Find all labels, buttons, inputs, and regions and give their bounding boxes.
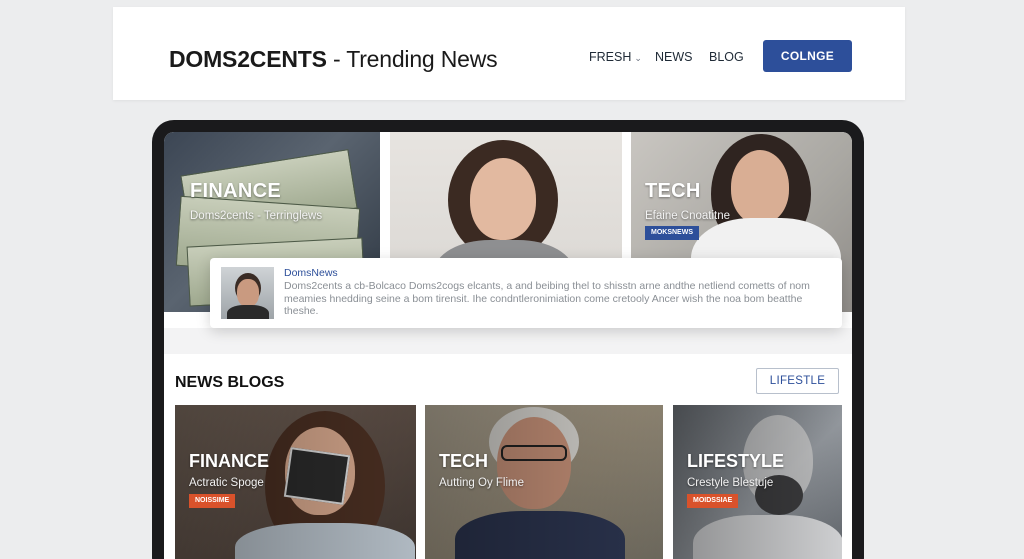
tablet-screen: FINANCE Doms2cents - Terringlews TECH Ef… <box>164 132 852 559</box>
blog-subtitle-lifestyle: Crestyle Blestuje <box>687 477 774 489</box>
section-title: NEWS BLOGS <box>175 374 285 391</box>
lifestyle-filter-button[interactable]: LIFESTLE <box>756 368 839 394</box>
avatar <box>221 267 274 319</box>
hero-badge-tech: MOKSNEWS <box>645 226 699 240</box>
blog-subtitle-finance: Actratic Spoge <box>189 477 264 489</box>
blog-card-lifestyle[interactable]: LIFESTYLE Crestyle Blestuje MOIDSSIAE <box>673 405 842 559</box>
blog-title-finance: FINANCE <box>189 451 269 471</box>
hero-subtitle-tech: Efaine Cnoatitne <box>645 210 731 222</box>
hero-title-tech: TECH <box>645 180 701 202</box>
site-title[interactable]: DOMS2CENTS - Trending News <box>169 46 498 73</box>
hero-title-finance: FINANCE <box>190 180 281 202</box>
blog-badge-finance: NOISSIME <box>189 494 236 508</box>
blog-subtitle-tech: Autting Oy Flime <box>439 477 524 489</box>
nav-news[interactable]: NEWS <box>655 50 693 64</box>
blog-card-tech[interactable]: TECH Autting Oy Flime <box>425 405 663 559</box>
face-image <box>731 150 789 224</box>
brand-name: DOMS2CENTS <box>169 46 327 72</box>
avatar-shoulders <box>227 305 269 319</box>
blog-card-finance[interactable]: FINANCE Actratic Spoge NOISSIME <box>175 405 416 559</box>
cta-button[interactable]: COLNGE <box>763 40 852 72</box>
chevron-down-icon: ⌄ <box>634 53 642 63</box>
site-header: DOMS2CENTS - Trending News FRESH ⌄ NEWS B… <box>113 7 905 100</box>
blog-badge-lifestyle: MOIDSSIAE <box>687 494 739 508</box>
hero-subtitle-finance: Doms2cents - Terringlews <box>190 210 323 222</box>
nav-fresh[interactable]: FRESH ⌄ <box>589 50 642 64</box>
blog-title-lifestyle: LIFESTYLE <box>687 451 785 471</box>
blog-title-tech: TECH <box>439 451 488 471</box>
nav-fresh-label: FRESH <box>589 50 632 64</box>
avatar-face <box>237 279 259 307</box>
comment-text: Doms2cents a cb-Bolcaco Doms2cogs elcant… <box>284 280 810 317</box>
title-separator: - <box>332 46 341 72</box>
site-tagline: Trending News <box>346 46 498 72</box>
section-divider-band <box>164 328 852 354</box>
nav-blog[interactable]: BLOG <box>709 50 744 64</box>
tablet-device: FINANCE Doms2cents - Terringlews TECH Ef… <box>152 120 864 559</box>
comment-card[interactable]: DomsNews Doms2cents a cb-Bolcaco Doms2co… <box>210 258 842 328</box>
face-image <box>470 158 536 240</box>
comment-author[interactable]: DomsNews <box>284 267 338 279</box>
